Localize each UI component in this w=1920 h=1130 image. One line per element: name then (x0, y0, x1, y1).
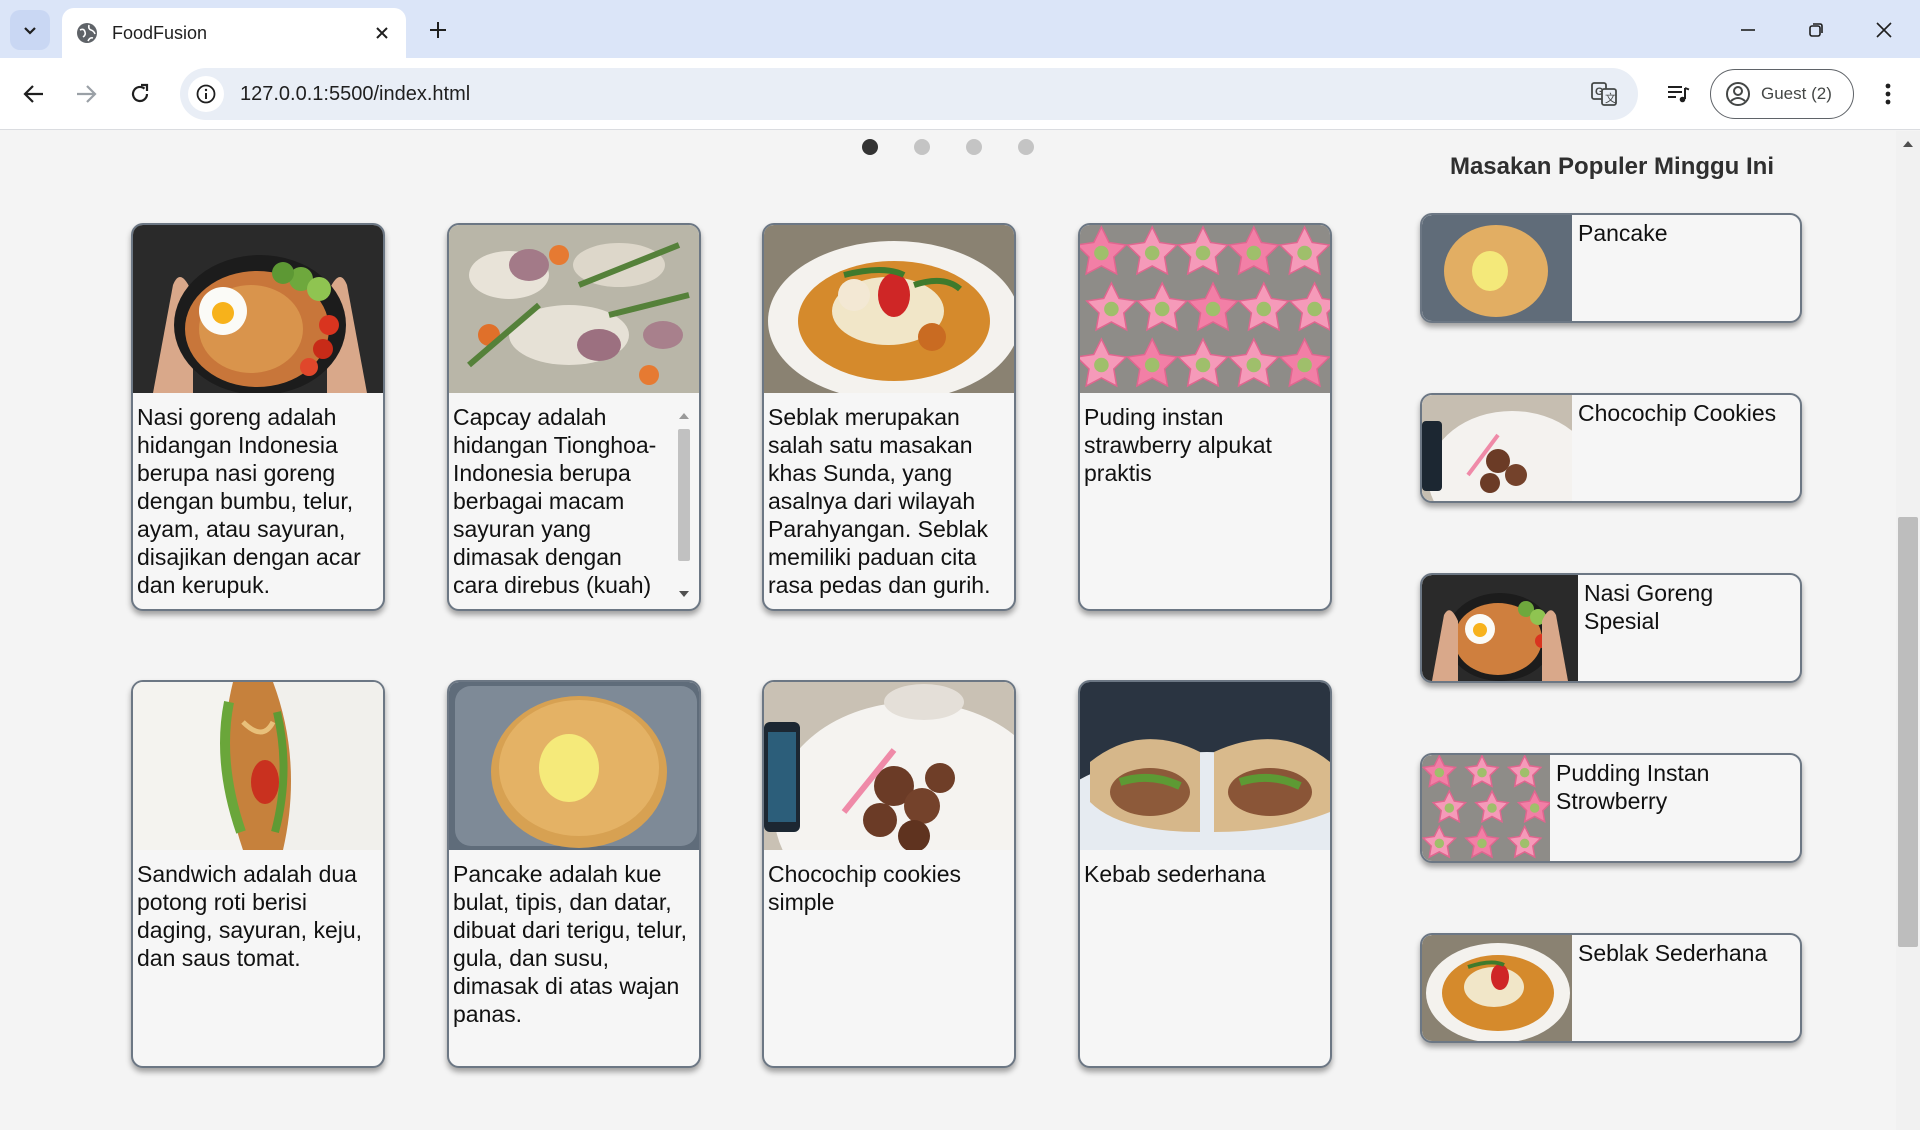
window-close-button[interactable] (1860, 8, 1908, 52)
pancake-thumbnail (1422, 215, 1572, 321)
forward-button[interactable] (64, 72, 108, 116)
scroll-down-arrow-icon[interactable] (679, 591, 689, 597)
profile-button[interactable]: Guest (2) (1710, 69, 1854, 119)
close-icon (376, 27, 388, 39)
popular-item-chocochip[interactable]: Chocochip Cookies (1420, 393, 1802, 503)
url-text[interactable]: 127.0.0.1:5500/index.html (240, 83, 1586, 106)
popular-item-seblak[interactable]: Seblak Sederhana (1420, 933, 1802, 1043)
page-scrollbar[interactable] (1896, 131, 1920, 1130)
menu-card-description: Kebab sederhana (1084, 861, 1266, 887)
scroll-thumb[interactable] (678, 429, 690, 561)
menu-card-pancake[interactable]: Pancake adalah kue bulat, tipis, dan dat… (447, 680, 701, 1068)
translate-button[interactable]: G文 (1586, 76, 1622, 112)
tab-strip: FoodFusion (0, 0, 1920, 58)
carousel-dot-4[interactable] (1018, 139, 1034, 155)
scroll-up-arrow-icon[interactable] (1903, 141, 1913, 147)
popular-item-pancake[interactable]: Pancake (1420, 213, 1802, 323)
menu-card-description: Puding instan strawberry alpukat praktis (1084, 404, 1272, 486)
popular-section-title: Masakan Populer Minggu Ini (1449, 153, 1775, 180)
more-vert-icon (1885, 83, 1891, 105)
browser-toolbar: 127.0.0.1:5500/index.html G文 Guest (2) (0, 58, 1920, 130)
tab-search-button[interactable] (10, 10, 50, 50)
popular-item-puding[interactable]: Pudding Instan Strowberry (1420, 753, 1802, 863)
pancake-image (449, 682, 699, 850)
menu-card-chocochip[interactable]: Chocochip cookies simple (762, 680, 1016, 1068)
profile-label: Guest (2) (1761, 84, 1832, 103)
minimize-button[interactable] (1724, 8, 1772, 52)
seblak-thumbnail (1422, 935, 1572, 1041)
menu-card-description: Chocochip cookies simple (768, 861, 962, 915)
chocochip-thumbnail (1422, 395, 1572, 501)
menu-card-nasi-goreng[interactable]: Nasi goreng adalah hidangan Indonesia be… (131, 223, 385, 611)
menu-card-seblak[interactable]: Seblak merupakan salah satu masakan khas… (762, 223, 1016, 611)
restore-button[interactable] (1792, 8, 1840, 52)
description-scrollbar[interactable] (675, 409, 693, 605)
reload-button[interactable] (118, 72, 162, 116)
browser-menu-button[interactable] (1866, 72, 1910, 116)
menu-card-description: Sandwich adalah dua potong roti berisi d… (137, 861, 363, 971)
reload-icon (131, 83, 149, 103)
page-viewport: Nasi goreng adalah hidangan Indonesia be… (0, 131, 1920, 1130)
popular-item-name: Chocochip Cookies (1578, 400, 1777, 426)
menu-card-description: Pancake adalah kue bulat, tipis, dan dat… (453, 861, 687, 1027)
back-button[interactable] (12, 72, 56, 116)
media-icon (1668, 86, 1690, 103)
plus-icon (430, 22, 446, 38)
menu-card-description: Capcay adalah hidangan Tionghoa-Indonesi… (453, 404, 657, 598)
forward-icon (77, 85, 97, 103)
popular-item-name: Seblak Sederhana (1578, 940, 1768, 966)
svg-text:文: 文 (1605, 91, 1616, 105)
carousel-dot-2[interactable] (914, 139, 930, 155)
translate-icon: G文 (1591, 82, 1617, 106)
menu-card-description: Nasi goreng adalah hidangan Indonesia be… (137, 404, 361, 598)
account-icon (1726, 82, 1750, 106)
popular-item-name: Pudding Instan Strowberry (1556, 760, 1710, 814)
carousel-dot-3[interactable] (966, 139, 982, 155)
restore-icon (1809, 23, 1823, 37)
scroll-up-arrow-icon[interactable] (679, 413, 689, 419)
media-controls-button[interactable] (1656, 72, 1700, 116)
menu-card-puding[interactable]: Puding instan strawberry alpukat praktis (1078, 223, 1332, 611)
browser-tab[interactable]: FoodFusion (62, 8, 406, 58)
address-bar[interactable]: 127.0.0.1:5500/index.html G文 (180, 68, 1638, 120)
window-close-icon (1876, 22, 1892, 38)
nasi-goreng-thumbnail (1422, 575, 1578, 681)
globe-icon (77, 23, 97, 43)
menu-card-kebab[interactable]: Kebab sederhana (1078, 680, 1332, 1068)
capcay-image (449, 225, 699, 393)
popular-item-name: Nasi Goreng Spesial (1584, 580, 1714, 634)
chocochip-image (764, 682, 1014, 850)
carousel-dot-1[interactable] (862, 139, 878, 155)
page-scroll-thumb[interactable] (1898, 517, 1918, 947)
nasi-goreng-image (133, 225, 383, 393)
site-info-button[interactable] (188, 76, 224, 112)
back-icon (23, 85, 43, 103)
new-tab-button[interactable] (422, 14, 454, 46)
menu-card-sandwich[interactable]: Sandwich adalah dua potong roti berisi d… (131, 680, 385, 1068)
popular-item-nasi-goreng[interactable]: Nasi Goreng Spesial (1420, 573, 1802, 683)
chevron-down-icon (24, 27, 36, 35)
seblak-image (764, 225, 1014, 393)
tab-close-button[interactable] (370, 21, 394, 45)
menu-card-description: Seblak merupakan salah satu masakan khas… (768, 404, 991, 598)
tab-title: FoodFusion (112, 22, 208, 43)
kebab-image (1080, 682, 1330, 850)
menu-card-capcay[interactable]: Capcay adalah hidangan Tionghoa-Indonesi… (447, 223, 701, 611)
popular-item-name: Pancake (1578, 220, 1668, 246)
puding-thumbnail (1422, 755, 1550, 861)
info-icon (196, 84, 216, 104)
minimize-icon (1741, 29, 1755, 31)
sandwich-image (133, 682, 383, 850)
puding-image (1080, 225, 1330, 393)
